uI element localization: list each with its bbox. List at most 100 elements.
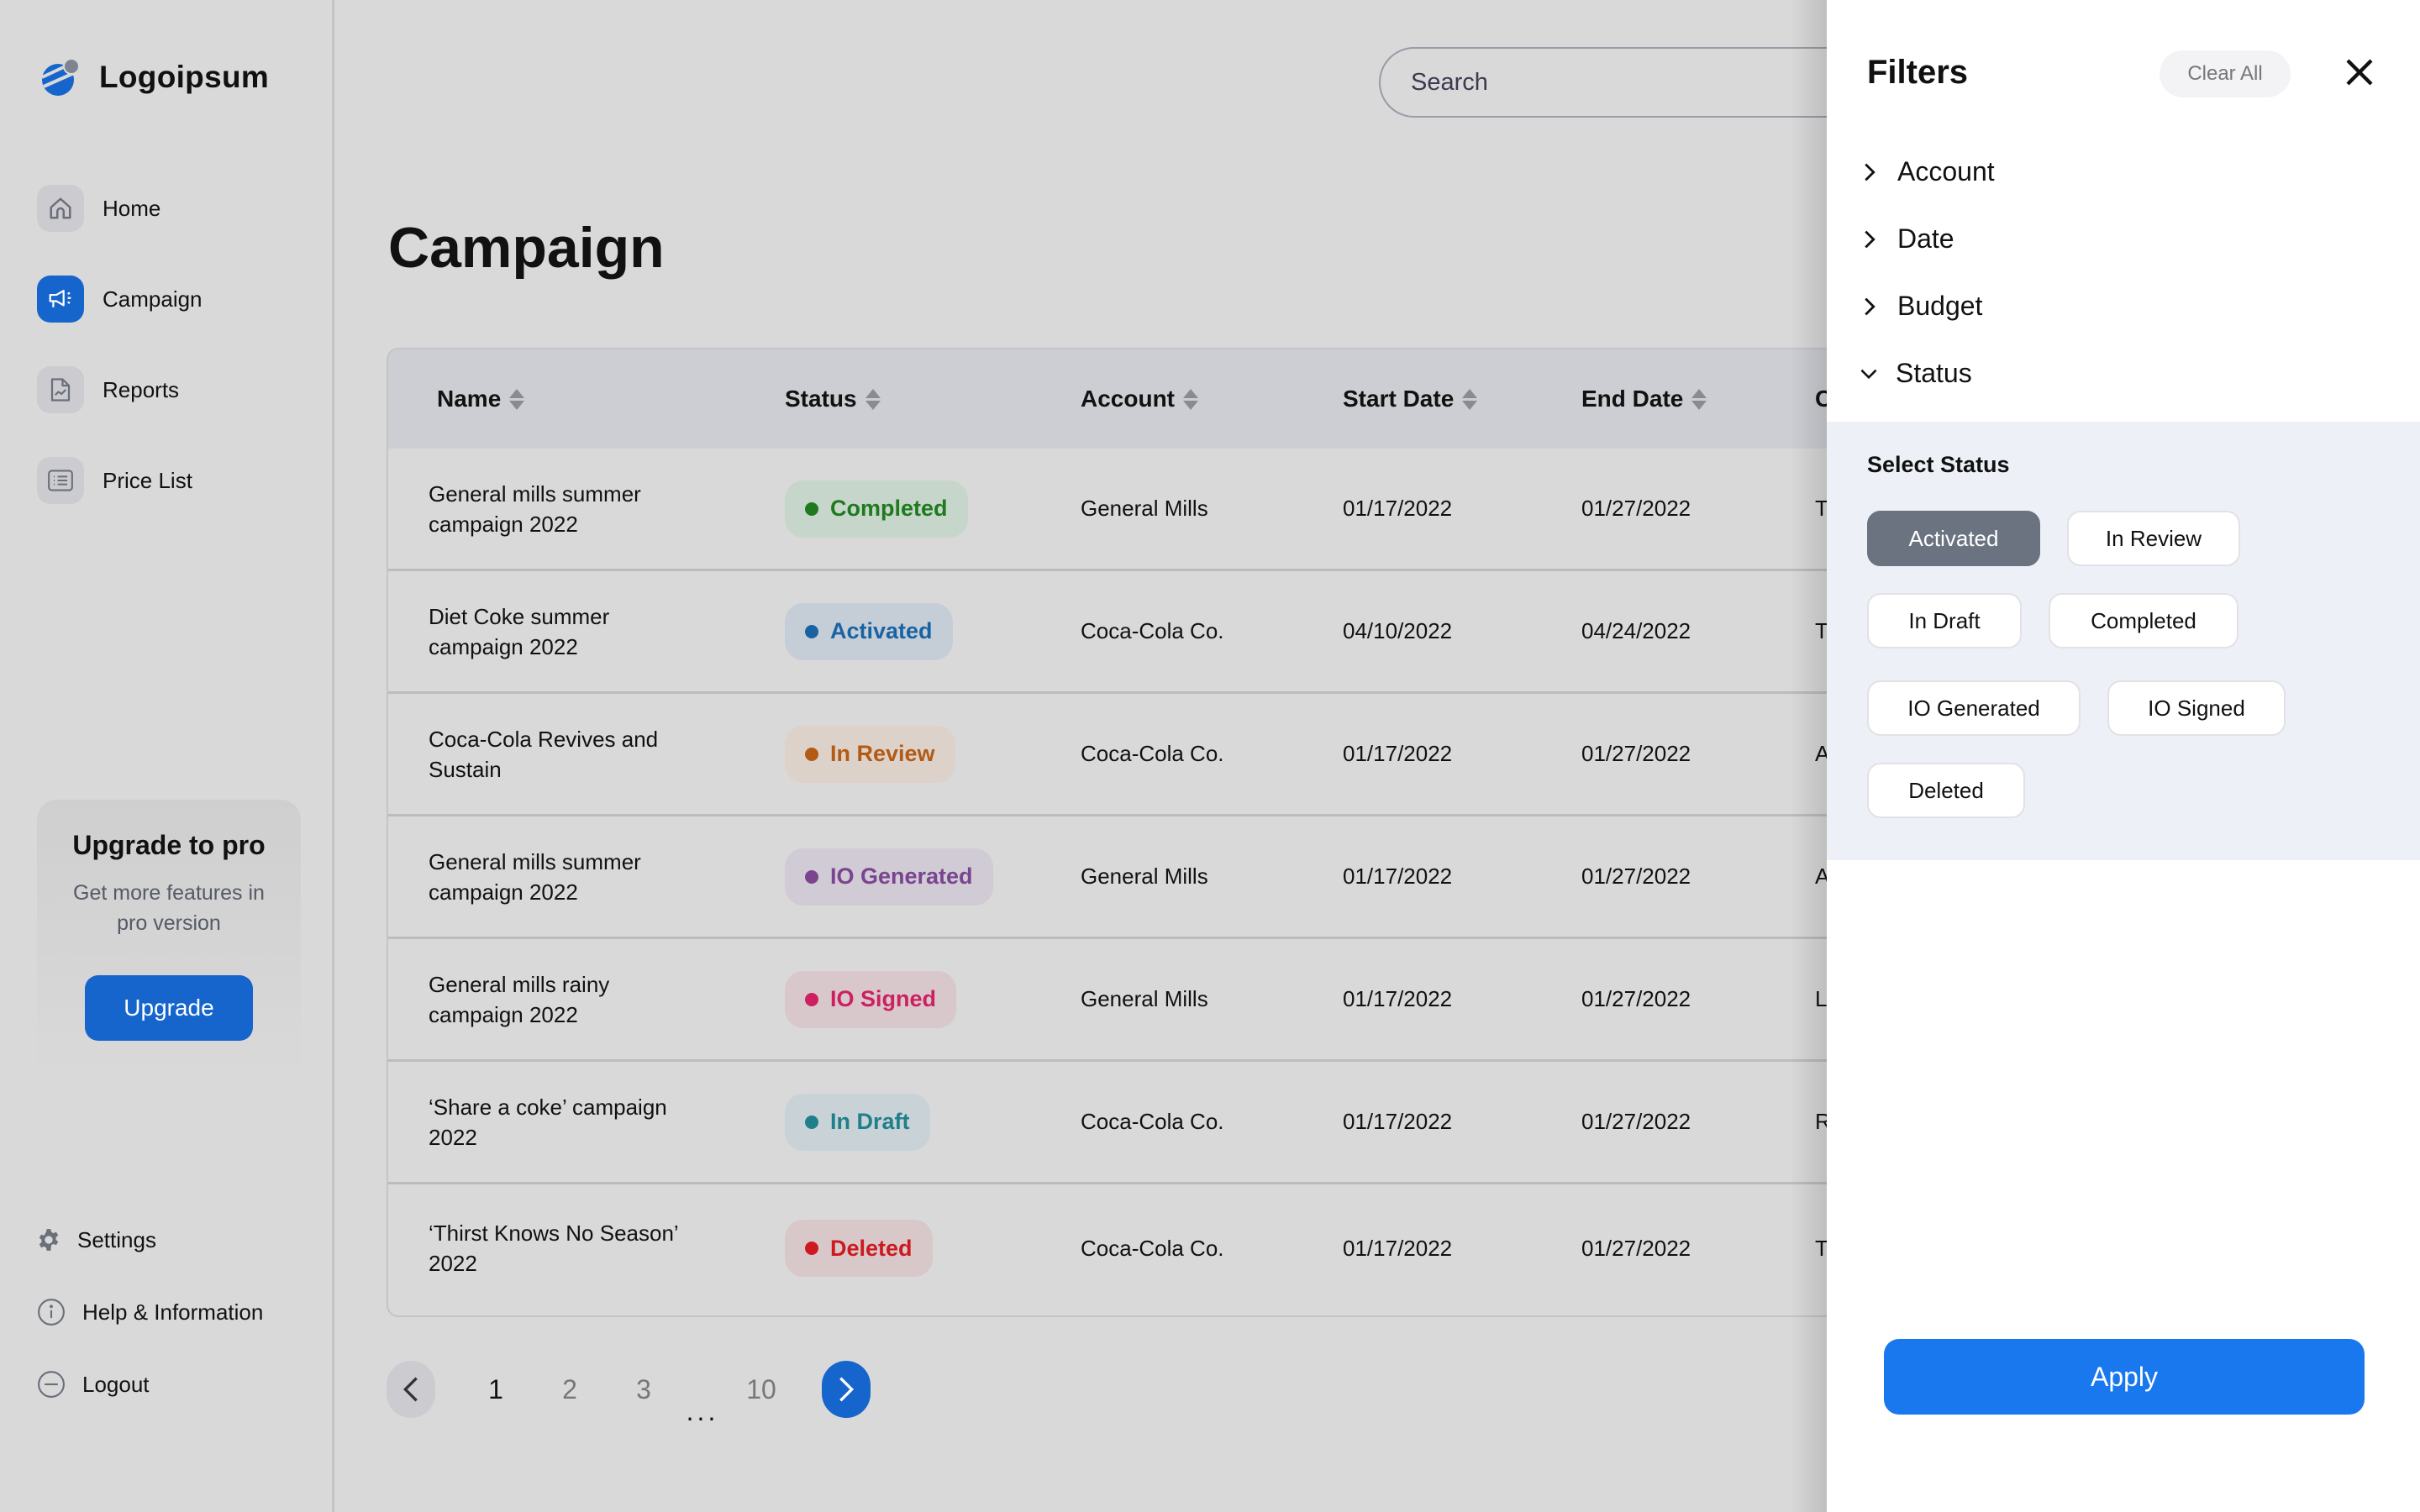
chevron-right-icon — [1865, 230, 1876, 248]
status-label: In Review — [830, 741, 935, 766]
facet-status[interactable]: Status — [1860, 358, 1972, 389]
facet-budget[interactable]: Budget — [1864, 291, 1982, 322]
status-cell: Completed — [785, 480, 968, 538]
start-date: 01/17/2022 — [1343, 864, 1453, 889]
table-row[interactable]: General mills rainy campaign 2022 IO Sign… — [388, 939, 1897, 1062]
pagination-ellipsis: ... — [686, 1395, 719, 1426]
sidebar-item-campaign[interactable]: Campaign — [37, 276, 203, 323]
column-header-name[interactable]: Name — [437, 386, 525, 412]
table-row[interactable]: Diet Coke summer campaign 2022 Activated C… — [388, 571, 1897, 694]
facet-label: Account — [1897, 156, 1995, 186]
clear-all-button[interactable]: Clear All — [2160, 50, 2291, 97]
page-1[interactable]: 1 — [459, 1374, 533, 1405]
column-header-status[interactable]: Status — [785, 386, 881, 412]
status-dot-icon — [805, 747, 818, 761]
account-name: Coca-Cola Co. — [1081, 618, 1224, 643]
end-date: 01/27/2022 — [1581, 986, 1691, 1011]
sidebar-item-price-list[interactable]: Price List — [37, 457, 203, 504]
column-header-end-date[interactable]: End Date — [1581, 386, 1707, 412]
sidebar-item-logout[interactable]: Logout — [37, 1368, 263, 1401]
status-dot-icon — [805, 1115, 818, 1129]
end-date: 01/27/2022 — [1581, 1109, 1691, 1134]
sidebar-item-label: Price List — [103, 467, 192, 493]
campaign-name: General mills rainy campaign 2022 — [429, 971, 610, 1027]
status-chip-in-review[interactable]: In Review — [2067, 511, 2240, 566]
page-10[interactable]: 10 — [724, 1374, 798, 1405]
sort-icon — [865, 388, 881, 410]
campaign-name: Coca-Cola Revives and Sustain — [429, 726, 659, 782]
chevron-down-icon — [1860, 369, 1877, 379]
close-icon — [2346, 59, 2373, 86]
status-badge: IO Signed — [785, 970, 957, 1028]
status-chip-io-generated[interactable]: IO Generated — [1867, 680, 2081, 736]
chevron-right-icon — [1865, 163, 1876, 181]
status-dot-icon — [805, 501, 818, 516]
upgrade-title: Upgrade to pro — [72, 830, 266, 860]
status-badge: In Draft — [785, 1093, 930, 1151]
status-cell: Activated — [785, 602, 953, 660]
end-date: 04/24/2022 — [1581, 618, 1691, 643]
page-2[interactable]: 2 — [533, 1374, 607, 1405]
upgrade-subtitle: Get more features in pro version — [73, 881, 265, 935]
start-date: 01/17/2022 — [1343, 1109, 1453, 1134]
gear-icon — [39, 1229, 59, 1251]
status-label: Completed — [830, 496, 948, 521]
status-chip-activated[interactable]: Activated — [1867, 511, 2040, 566]
page-3[interactable]: 3 — [607, 1374, 681, 1405]
prev-page-button[interactable] — [387, 1361, 435, 1418]
account-name: Coca-Cola Co. — [1081, 1235, 1224, 1261]
apply-button[interactable]: Apply — [1884, 1339, 2365, 1415]
table-row[interactable]: ‘Share a coke’ campaign 2022 In Draft Coca… — [388, 1062, 1897, 1184]
table-row[interactable]: Coca-Cola Revives and Sustain In Review Co… — [388, 694, 1897, 816]
sort-icon — [509, 388, 525, 410]
end-date: 01/27/2022 — [1581, 1235, 1691, 1261]
start-date: 01/17/2022 — [1343, 741, 1453, 766]
brand-name: Logoipsum — [99, 60, 270, 94]
status-badge: Completed — [785, 480, 968, 538]
megaphone-icon — [37, 276, 84, 323]
campaign-name: General mills summer campaign 2022 — [429, 848, 641, 905]
sort-icon — [1183, 388, 1198, 410]
status-chip-io-signed[interactable]: IO Signed — [2107, 680, 2286, 736]
pagination: 1 2 3 ... 10 — [387, 1361, 871, 1426]
status-chip-deleted[interactable]: Deleted — [1867, 763, 2025, 818]
table-row[interactable]: General mills summer campaign 2022 IO Gen… — [388, 816, 1897, 939]
column-header-start-date[interactable]: Start Date — [1343, 386, 1478, 412]
status-dot-icon — [805, 624, 818, 638]
sidebar: Logoipsum Home Campaign Reports Price Li… — [0, 0, 334, 1512]
status-label: IO Generated — [830, 864, 973, 889]
status-dot-icon — [805, 869, 818, 884]
facet-date[interactable]: Date — [1864, 223, 1954, 255]
info-icon — [38, 1299, 65, 1326]
sidebar-item-settings[interactable]: Settings — [37, 1223, 263, 1257]
next-page-button[interactable] — [822, 1361, 871, 1418]
close-panel-button[interactable] — [2339, 52, 2380, 92]
sidebar-item-home[interactable]: Home — [37, 185, 203, 232]
logo[interactable]: Logoipsum — [40, 57, 269, 97]
account-name: Coca-Cola Co. — [1081, 741, 1224, 766]
facet-account[interactable]: Account — [1864, 156, 1995, 187]
sidebar-item-label: Help & Information — [82, 1299, 264, 1325]
table-header: Name Status Account Start Date End Date … — [388, 349, 1897, 449]
status-chip-in-draft[interactable]: In Draft — [1867, 593, 2022, 648]
column-label: Start Date — [1343, 386, 1455, 412]
account-name: Coca-Cola Co. — [1081, 1109, 1224, 1134]
sidebar-item-help[interactable]: Help & Information — [37, 1295, 263, 1329]
sidebar-item-label: Home — [103, 195, 161, 221]
status-filter-section: Select Status Activated In Review In Dra… — [1827, 422, 2420, 860]
report-chart-icon — [37, 366, 84, 413]
status-label: Activated — [830, 618, 933, 643]
status-cell: Deleted — [785, 1220, 933, 1277]
sidebar-item-reports[interactable]: Reports — [37, 366, 203, 413]
column-header-account[interactable]: Account — [1081, 386, 1198, 412]
chevron-right-icon — [839, 1377, 855, 1402]
status-chip-completed[interactable]: Completed — [2049, 593, 2238, 648]
chevron-left-icon — [402, 1377, 418, 1402]
table-row[interactable]: General mills summer campaign 2022 Comple… — [388, 449, 1897, 571]
home-icon — [37, 185, 84, 232]
filters-panel: Filters Clear All Account Date Budget St… — [1827, 0, 2420, 1512]
table-row[interactable]: ‘Thirst Knows No Season’ 2022 Deleted Coca… — [388, 1184, 1897, 1312]
upgrade-button[interactable]: Upgrade — [85, 975, 253, 1041]
sort-icon — [1691, 388, 1707, 410]
facet-label: Date — [1897, 223, 1954, 254]
